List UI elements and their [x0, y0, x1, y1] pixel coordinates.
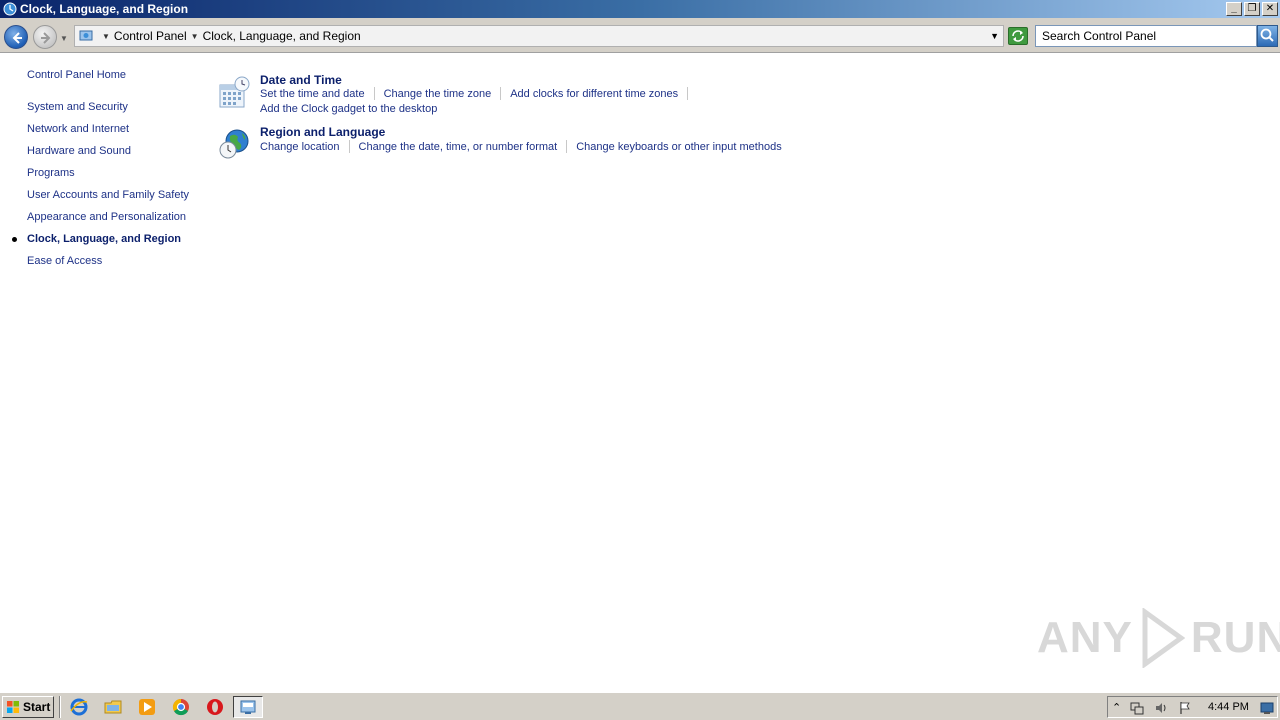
- nav-network-and-internet[interactable]: Network and Internet: [27, 123, 129, 135]
- breadcrumb-arrow-icon[interactable]: ▼: [102, 32, 110, 41]
- search-button[interactable]: [1257, 25, 1278, 47]
- breadcrumb-current[interactable]: Clock, Language, and Region: [203, 29, 361, 43]
- breadcrumb-arrow-icon[interactable]: ▼: [191, 32, 199, 41]
- close-button[interactable]: ✕: [1262, 2, 1278, 16]
- link-separator: [348, 140, 350, 153]
- play-logo-icon: [1142, 608, 1185, 668]
- add-clocks-link[interactable]: Add clocks for different time zones: [510, 88, 678, 100]
- link-separator: [373, 87, 375, 100]
- chrome-icon[interactable]: [172, 698, 190, 716]
- back-arrow-icon: [12, 32, 22, 44]
- nav-system-and-security[interactable]: System and Security: [27, 101, 128, 113]
- globe-clock-icon[interactable]: [217, 127, 251, 161]
- windows-flag-icon: [7, 701, 19, 713]
- change-keyboards-link[interactable]: Change keyboards or other input methods: [576, 141, 781, 153]
- breadcrumb-control-panel[interactable]: Control Panel: [114, 29, 187, 43]
- back-button[interactable]: [4, 25, 28, 49]
- window-title: Clock, Language, and Region: [20, 2, 189, 16]
- watermark-left-text: ANY: [1037, 613, 1133, 662]
- active-bullet-icon: [12, 237, 17, 242]
- control-panel-icon: [79, 30, 93, 41]
- taskbar-divider: [59, 696, 61, 718]
- add-clock-gadget-link[interactable]: Add the Clock gadget to the desktop: [260, 103, 437, 115]
- change-time-zone-link[interactable]: Change the time zone: [384, 88, 492, 100]
- anyrun-watermark: ANY RUN: [1037, 608, 1280, 668]
- restore-button[interactable]: ❐: [1244, 2, 1260, 16]
- navigation-bar: ▼ ▼ Control Panel ▼ Clock, Language, and…: [0, 18, 1280, 53]
- title-bar: Clock, Language, and Region _ ❐ ✕: [0, 0, 1280, 18]
- forward-button[interactable]: [33, 25, 57, 49]
- address-dropdown-icon[interactable]: ▼: [990, 31, 999, 41]
- nav-appearance[interactable]: Appearance and Personalization: [27, 211, 186, 223]
- watermark-right-text: RUN: [1190, 613, 1280, 662]
- control-panel-taskbar-icon: [240, 700, 256, 714]
- show-hidden-icons-icon[interactable]: ⌃: [1112, 701, 1126, 715]
- region-and-language-links: Change location Change the date, time, o…: [260, 140, 782, 153]
- system-tray: ⌃ 4:44 PM: [1107, 696, 1278, 718]
- date-and-time-links: Set the time and date Change the time zo…: [260, 87, 697, 100]
- nav-clock-language-region: Clock, Language, and Region: [27, 233, 182, 245]
- internet-explorer-icon[interactable]: [70, 698, 88, 716]
- network-icon[interactable]: [1130, 701, 1144, 715]
- region-and-language-heading[interactable]: Region and Language: [260, 125, 385, 139]
- show-desktop-icon[interactable]: [1260, 701, 1274, 715]
- opera-icon[interactable]: [206, 698, 224, 716]
- control-panel-icon: [3, 2, 17, 16]
- nav-hardware-and-sound[interactable]: Hardware and Sound: [27, 145, 131, 157]
- action-center-flag-icon[interactable]: [1178, 701, 1192, 715]
- media-player-icon[interactable]: [138, 698, 156, 716]
- nav-ease-of-access[interactable]: Ease of Access: [27, 255, 102, 267]
- volume-icon[interactable]: [1154, 701, 1168, 715]
- taskbar: Start ⌃ 4:44 PM: [0, 692, 1280, 720]
- forward-arrow-icon: [41, 32, 51, 44]
- explorer-folder-icon[interactable]: [104, 698, 122, 716]
- minimize-button[interactable]: _: [1226, 2, 1242, 16]
- link-separator: [687, 87, 689, 100]
- refresh-button[interactable]: [1008, 27, 1028, 45]
- refresh-icon: [1012, 30, 1024, 42]
- set-time-and-date-link[interactable]: Set the time and date: [260, 88, 365, 100]
- recent-pages-dropdown-icon[interactable]: ▼: [60, 34, 68, 43]
- search-input[interactable]: Search Control Panel: [1035, 25, 1257, 47]
- start-label: Start: [23, 700, 51, 714]
- nav-user-accounts[interactable]: User Accounts and Family Safety: [27, 189, 189, 201]
- link-separator: [500, 87, 502, 100]
- search-icon: [1260, 28, 1274, 42]
- link-separator: [566, 140, 568, 153]
- date-and-time-heading[interactable]: Date and Time: [260, 73, 342, 87]
- nav-programs[interactable]: Programs: [27, 167, 75, 179]
- control-panel-home-link[interactable]: Control Panel Home: [27, 69, 126, 81]
- address-bar[interactable]: ▼ Control Panel ▼ Clock, Language, and R…: [74, 25, 1004, 47]
- calendar-clock-icon[interactable]: [217, 76, 251, 110]
- change-format-link[interactable]: Change the date, time, or number format: [359, 141, 558, 153]
- taskbar-clock[interactable]: 4:44 PM: [1208, 701, 1249, 713]
- start-button[interactable]: Start: [2, 696, 54, 718]
- change-location-link[interactable]: Change location: [260, 141, 340, 153]
